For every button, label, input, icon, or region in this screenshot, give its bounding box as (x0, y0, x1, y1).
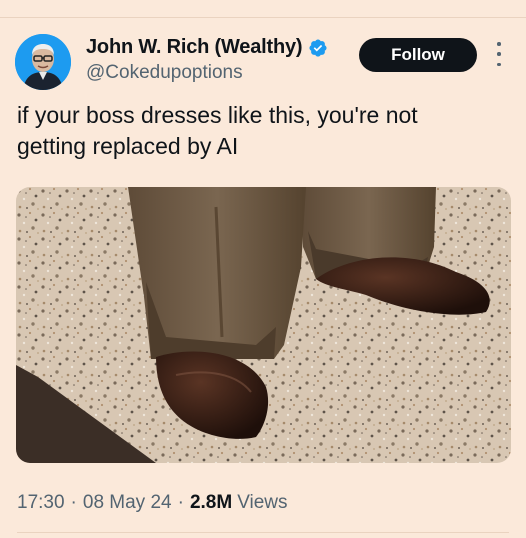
tweet-text-line-1: if your boss dresses like this, you're n… (17, 102, 418, 128)
verified-badge-icon (309, 38, 327, 57)
separator-dot: · (70, 492, 77, 513)
tweet-date[interactable]: 08 May 24 (83, 492, 172, 514)
tweet-text-line-2: getting replaced by AI (17, 133, 239, 159)
separator-dot: · (177, 492, 184, 513)
author-name-row: John W. Rich (Wealthy) (86, 36, 328, 59)
tweet-text: if your boss dresses like this, you're n… (17, 100, 487, 162)
author-display-name[interactable]: John W. Rich (Wealthy) (86, 36, 303, 59)
person-portrait-icon (15, 34, 71, 90)
more-vertical-icon[interactable] (492, 42, 506, 66)
tweet-metadata: 17:30 · 08 May 24 · 2.8M Views (17, 492, 288, 514)
tweet-time[interactable]: 17:30 (17, 492, 65, 514)
views-count: 2.8M (189, 492, 233, 513)
bottom-divider (17, 532, 509, 533)
avatar[interactable] (15, 34, 71, 90)
tweet-photo[interactable] (16, 187, 511, 463)
follow-button[interactable]: Follow (359, 38, 477, 72)
top-divider (0, 17, 526, 18)
author-handle[interactable]: @Cokedupoptions (86, 62, 243, 84)
views-label: Views (237, 492, 288, 513)
photo-trousers-shoes (16, 187, 511, 463)
